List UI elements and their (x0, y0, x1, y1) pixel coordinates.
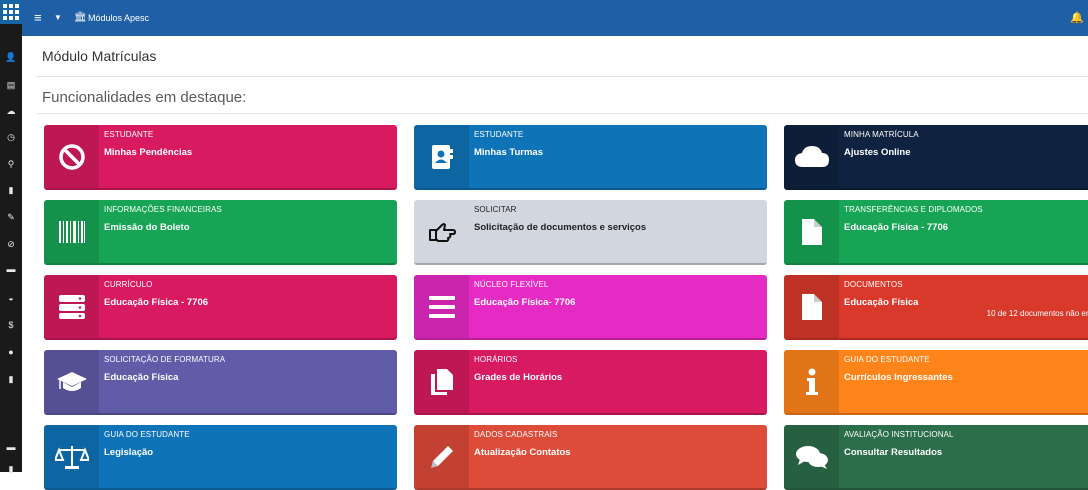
feature-card[interactable]: ESTUDANTE Minhas Turmas (414, 125, 767, 190)
breadcrumb[interactable]: Módulos Apesc (88, 0, 149, 36)
card-category: GUIA DO ESTUDANTE (844, 355, 930, 364)
feature-card[interactable]: AVALIAÇÃO INSTITUCIONAL Consultar Resulta… (784, 425, 1088, 490)
pencil-icon (414, 425, 469, 488)
book-icon[interactable]: ▮ (0, 372, 22, 386)
card-title: Solicitação de documentos e serviços (474, 222, 647, 233)
feature-card[interactable]: NÚCLEO FLEXÍVEL Educação Física- 7706 (414, 275, 767, 340)
car-icon[interactable]: ◒ (0, 291, 22, 305)
card-category: SOLICITAR (474, 205, 517, 214)
divider (36, 76, 1088, 77)
contact-book-icon (414, 125, 469, 188)
feature-card[interactable]: HORÁRIOS Grades de Horários (414, 350, 767, 415)
card-category: DADOS CADASTRAIS (474, 430, 558, 439)
comments-icon (784, 425, 839, 488)
card-category: MINHA MATRÍCULA (844, 130, 919, 139)
chat-icon[interactable]: ● (0, 345, 22, 359)
card-category: CURRÍCULO (104, 280, 153, 289)
feature-card[interactable]: TRANSFERÊNCIAS E DIPLOMADOS Educação Físi… (784, 200, 1088, 265)
card-category: TRANSFERÊNCIAS E DIPLOMADOS (844, 205, 983, 214)
card-title: Educação Física - 7706 (844, 222, 949, 233)
clock-icon[interactable]: ◷ (0, 130, 22, 144)
feature-card[interactable]: SOLICITAR Solicitação de documentos e ser… (414, 200, 767, 265)
server-icon (44, 275, 99, 338)
user-icon[interactable]: 👤 (0, 50, 22, 64)
card-title: Educação Física (104, 372, 179, 383)
section-title: Funcionalidades em destaque: (42, 89, 247, 106)
feature-card[interactable]: ESTUDANTE Minhas Pendências (44, 125, 397, 190)
feature-card[interactable]: GUIA DO ESTUDANTE Currículos Ingressantes (784, 350, 1088, 415)
info-icon (784, 350, 839, 413)
feature-card[interactable]: CURRÍCULO Educação Física - 7706 (44, 275, 397, 340)
card-title: Grades de Horários (474, 372, 563, 383)
ban-icon[interactable]: ⊘ (0, 237, 22, 251)
top-navbar: ≡ ▼ 🏛 Módulos Apesc 🔔 (22, 0, 1088, 36)
card-icon-2[interactable]: ▬ (0, 440, 22, 454)
card-title: Consultar Resultados (844, 447, 943, 458)
feature-card[interactable]: SOLICITAÇÃO DE FORMATURA Educação Física (44, 350, 397, 415)
list-icon (414, 275, 469, 338)
chevron-down-icon[interactable]: ▼ (54, 0, 62, 36)
feature-card[interactable]: DADOS CADASTRAIS Atualização Contatos (414, 425, 767, 490)
balance-scale-icon (44, 425, 99, 488)
hand-pointer-icon (414, 200, 469, 263)
page-title: Módulo Matrículas (42, 48, 157, 64)
apps-grid-icon[interactable] (0, 0, 22, 24)
card-title: Minhas Pendências (104, 147, 193, 158)
card-category: AVALIAÇÃO INSTITUCIONAL (844, 430, 954, 439)
search-icon[interactable]: ⚲ (0, 157, 22, 171)
more-icon[interactable]: ▮ (0, 462, 22, 476)
card-category: HORÁRIOS (474, 355, 518, 364)
card-title: Legislação (104, 447, 154, 458)
card-category: DOCUMENTOS (844, 280, 903, 289)
file-icon (784, 200, 839, 263)
menu-toggle-icon[interactable]: ≡ (34, 0, 42, 36)
bell-icon[interactable]: 🔔 (1070, 0, 1084, 36)
institution-icon: 🏛 (74, 12, 87, 23)
feature-card[interactable]: MINHA MATRÍCULA Ajustes Online (784, 125, 1088, 190)
card-category: ESTUDANTE (474, 130, 524, 139)
cloud-icon[interactable]: ☁ (0, 104, 22, 118)
feature-card[interactable]: DOCUMENTOS Educação Física 10 de 12 docume… (784, 275, 1088, 340)
graduation-cap-icon (44, 350, 99, 413)
card-title: Minhas Turmas (474, 147, 543, 158)
ban-icon (44, 125, 99, 188)
card-title: Educação Física (844, 297, 919, 308)
card-title: Educação Física - 7706 (104, 297, 209, 308)
cloud-icon (784, 125, 839, 188)
pencil-icon[interactable]: ✎ (0, 210, 22, 224)
card-title: Currículos Ingressantes (844, 372, 953, 383)
barcode-icon (44, 200, 99, 263)
card-title: Emissão do Boleto (104, 222, 190, 233)
feature-card[interactable]: GUIA DO ESTUDANTE Legislação (44, 425, 397, 490)
feature-card[interactable]: INFORMAÇÕES FINANCEIRAS Emissão do Boleto (44, 200, 397, 265)
copy-icon (414, 350, 469, 413)
card-subtitle: 10 de 12 documentos não entregues (986, 309, 1088, 318)
card-category: NÚCLEO FLEXÍVEL (474, 280, 549, 289)
card-category: SOLICITAÇÃO DE FORMATURA (104, 355, 226, 364)
dollar-icon[interactable]: $ (0, 318, 22, 332)
divider (36, 113, 1088, 114)
card-category: ESTUDANTE (104, 130, 154, 139)
card-title: Ajustes Online (844, 147, 911, 158)
document-icon[interactable]: ▤ (0, 78, 22, 92)
card-title: Atualização Contatos (474, 447, 571, 458)
card-category: GUIA DO ESTUDANTE (104, 430, 190, 439)
card-icon[interactable]: ▬ (0, 262, 22, 276)
card-title: Educação Física- 7706 (474, 297, 576, 308)
file-icon (784, 275, 839, 338)
sidebar: 👤 ▤ ☁ ◷ ⚲ ▮ ✎ ⊘ ▬ ◒ $ ● ▮ ▬ ▮ (0, 0, 22, 474)
file-icon[interactable]: ▮ (0, 183, 22, 197)
card-category: INFORMAÇÕES FINANCEIRAS (104, 205, 222, 214)
